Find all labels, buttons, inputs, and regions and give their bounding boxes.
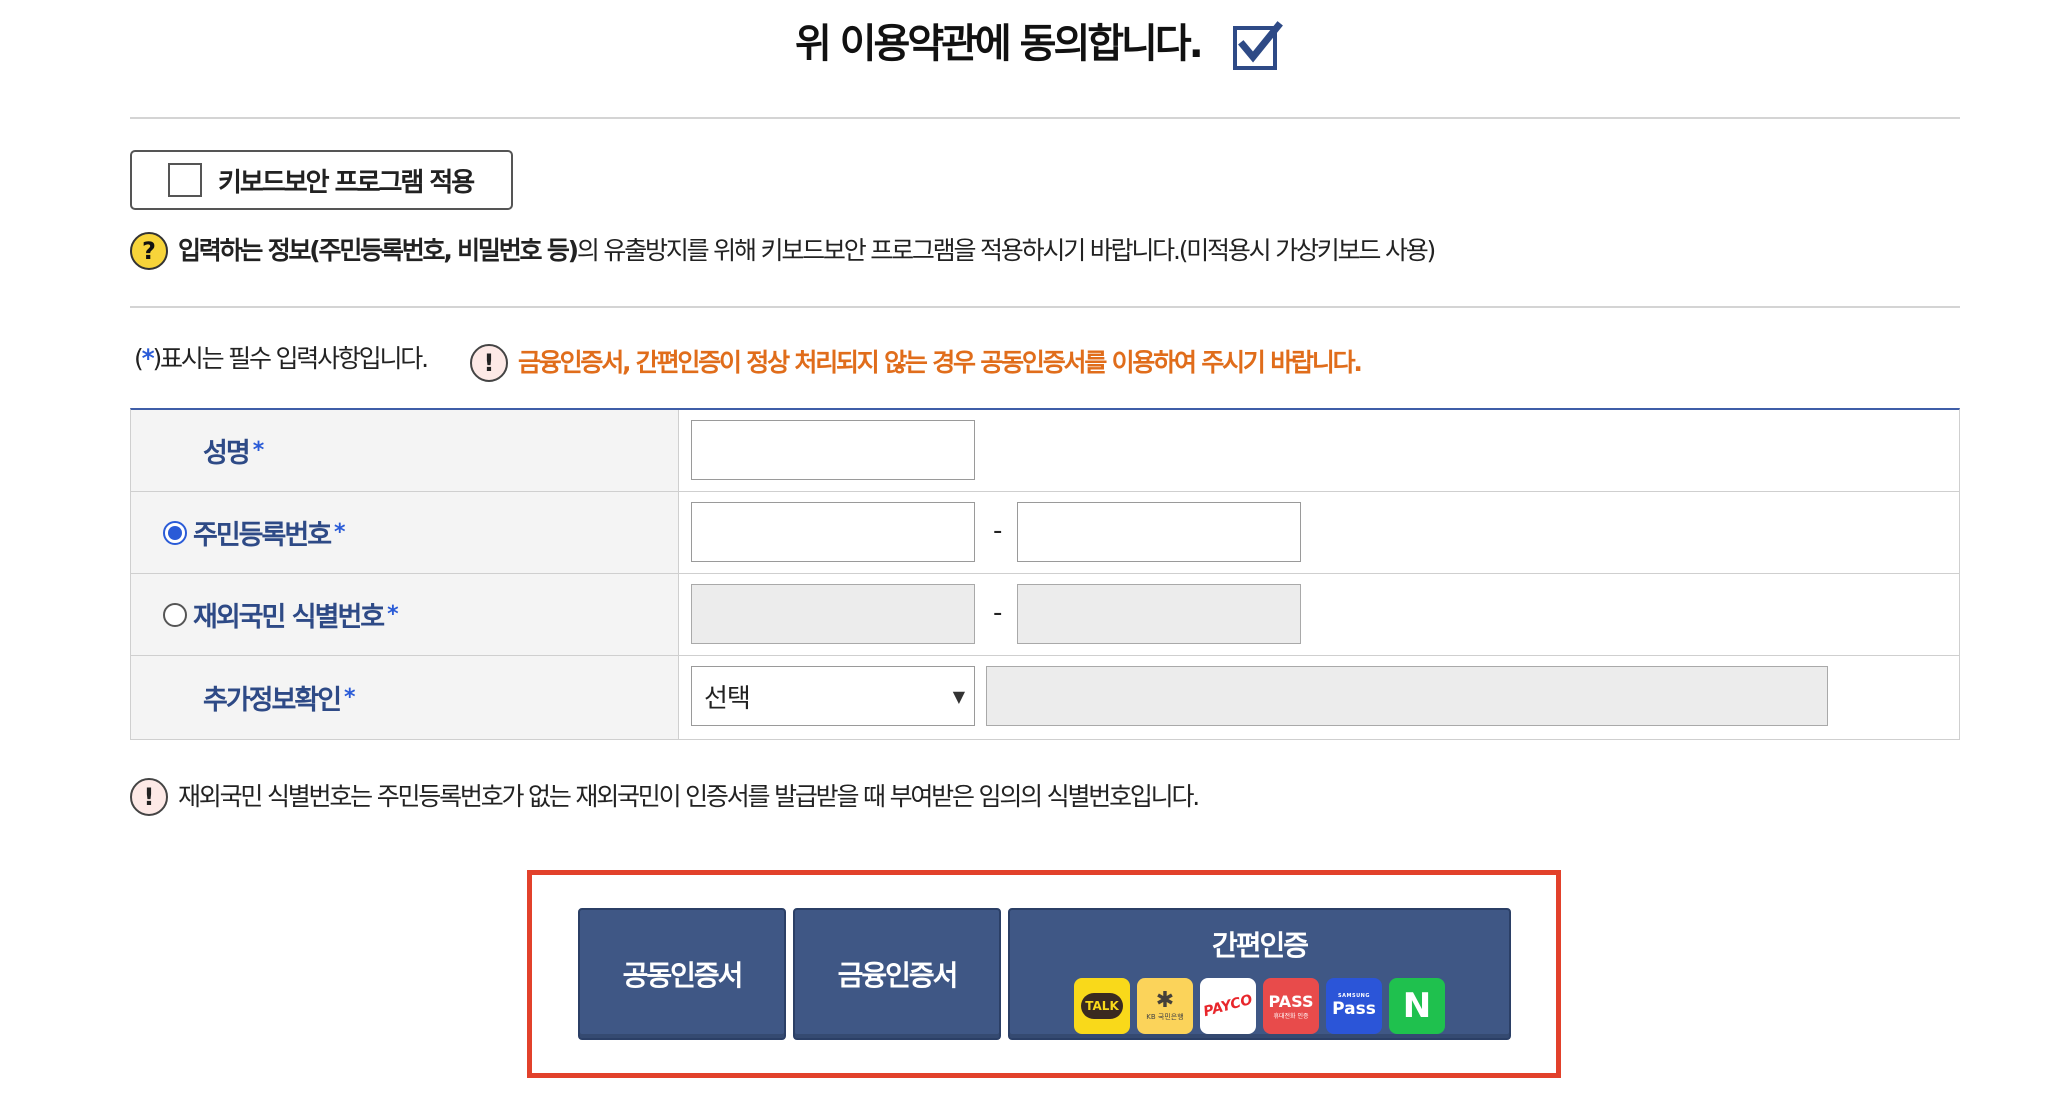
caret-down-icon: ▼ (952, 686, 965, 706)
cert-warning-text: 금융인증서, 간편인증이 정상 처리되지 않는 경우 공동인증서를 이용하여 주… (518, 348, 1363, 377)
question-icon: ? (130, 232, 168, 270)
pass-icon: PASS 휴대전화 인증 (1263, 978, 1319, 1034)
rrn-front-input[interactable] (691, 502, 975, 562)
simple-auth-logos: TALK ✱ KB 국민은행 PAYCO PASS 휴대전화 인증 SAMSUNG P… (1074, 978, 1445, 1034)
exclamation-icon: ! (470, 344, 508, 382)
kakaotalk-icon: TALK (1074, 978, 1130, 1034)
foreign-id-back-input[interactable] (1017, 584, 1301, 644)
name-input[interactable] (691, 420, 975, 480)
naver-icon: N (1389, 978, 1445, 1034)
extra-info-input[interactable] (986, 666, 1828, 726)
divider (130, 117, 1960, 119)
foreign-id-dash: - (993, 598, 1002, 628)
kb-bank-icon: ✱ KB 국민은행 (1137, 978, 1193, 1034)
identity-form: 성명 * 주민등록번호 * - 재외국민 식별번호 * - 추가정보확인 * 선택 ▼ (130, 408, 1960, 740)
extra-info-select[interactable]: 선택 ▼ (691, 666, 975, 726)
name-row: 성명 * (131, 410, 1959, 492)
keyboard-security-toggle[interactable]: 키보드보안 프로그램 적용 (130, 150, 513, 210)
financial-cert-button[interactable]: 금융인증서 (793, 908, 1001, 1040)
foreign-id-footnote: ! 재외국민 식별번호는 주민등록번호가 없는 재외국민이 인증서를 발급받을 … (130, 778, 1200, 816)
required-star: * (252, 438, 264, 463)
cert-warning: ! 금융인증서, 간편인증이 정상 처리되지 않는 경우 공동인증서를 이용하여… (470, 344, 1363, 382)
extra-info-row: 추가정보확인 * 선택 ▼ (131, 656, 1959, 740)
required-notice: (*)표시는 필수 입력사항입니다. (134, 344, 429, 373)
exclamation-icon: ! (130, 778, 168, 816)
keyboard-security-label: 키보드보안 프로그램 적용 (218, 167, 475, 198)
rrn-row: 주민등록번호 * - (131, 492, 1959, 574)
rrn-label[interactable]: 주민등록번호 * (131, 492, 679, 573)
rrn-dash: - (993, 516, 1002, 546)
help-rest-text: 의 유출방지를 위해 키보드보안 프로그램을 적용하시기 바랍니다.(미적용시 … (576, 236, 1436, 265)
rrn-back-input[interactable] (1017, 502, 1301, 562)
simple-auth-label: 간편인증 (1211, 929, 1309, 962)
divider (130, 306, 1960, 308)
payco-icon: PAYCO (1200, 978, 1256, 1034)
foreign-id-label[interactable]: 재외국민 식별번호 * (131, 574, 679, 655)
joint-cert-button[interactable]: 공동인증서 (578, 908, 786, 1040)
samsung-pass-icon: SAMSUNG Pass (1326, 978, 1382, 1034)
extra-info-label: 추가정보확인 * (131, 656, 679, 739)
extra-info-select-value: 선택 (704, 683, 751, 714)
rrn-radio[interactable] (163, 520, 187, 545)
foreign-id-front-input[interactable] (691, 584, 975, 644)
agree-checkbox-checked-icon[interactable] (1232, 20, 1284, 72)
required-star: * (344, 685, 355, 710)
required-star: * (141, 344, 155, 373)
simple-auth-button[interactable]: 간편인증 TALK ✱ KB 국민은행 PAYCO PASS 휴대전화 인증 SAM… (1008, 908, 1511, 1040)
footnote-text: 재외국민 식별번호는 주민등록번호가 없는 재외국민이 인증서를 발급받을 때 … (178, 782, 1200, 811)
agree-title: 위 이용약관에 동의합니다. (795, 21, 1204, 67)
required-star: * (334, 520, 345, 545)
keyboard-security-checkbox[interactable] (168, 163, 202, 197)
foreign-id-radio[interactable] (163, 602, 187, 627)
help-bold-text: 입력하는 정보(주민등록번호, 비밀번호 등) (178, 236, 579, 265)
name-label: 성명 * (131, 410, 679, 491)
foreign-id-row: 재외국민 식별번호 * - (131, 574, 1959, 656)
required-star: * (387, 602, 398, 627)
keyboard-security-help: ? 입력하는 정보(주민등록번호, 비밀번호 등)의 유출방지를 위해 키보드보… (130, 232, 1436, 270)
